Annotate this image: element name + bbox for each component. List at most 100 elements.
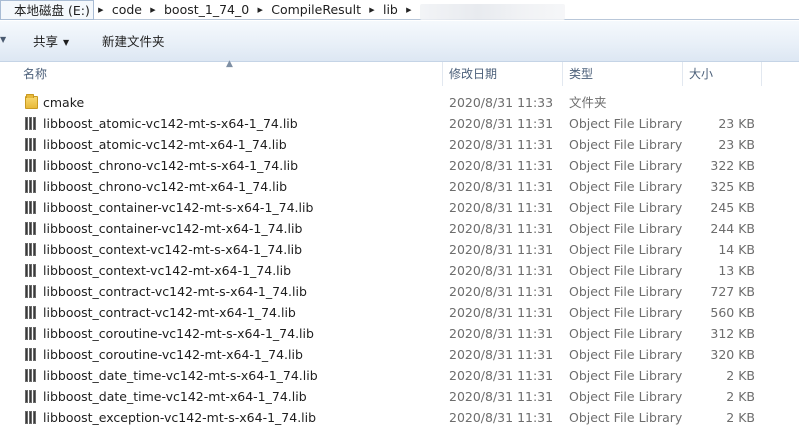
file-name: libboost_atomic-vc142-mt-x64-1_74.lib xyxy=(43,137,287,152)
address-bar[interactable]: 本地磁盘 (E:) ▶ code ▶ boost_1_74_0 ▶ Compil… xyxy=(0,0,799,20)
file-name: libboost_contract-vc142-mt-s-x64-1_74.li… xyxy=(43,284,307,299)
list-item[interactable]: libboost_context-vc142-mt-s-x64-1_74.lib… xyxy=(0,239,799,260)
list-item[interactable]: libboost_date_time-vc142-mt-s-x64-1_74.l… xyxy=(0,365,799,386)
file-type: Object File Library xyxy=(569,179,683,194)
file-date: 2020/8/31 11:31 xyxy=(449,410,554,425)
file-type: Object File Library xyxy=(569,389,683,404)
list-item[interactable]: libboost_context-vc142-mt-x64-1_74.lib 2… xyxy=(0,260,799,281)
file-name: libboost_chrono-vc142-mt-x64-1_74.lib xyxy=(43,179,288,194)
lib-file-icon xyxy=(25,222,38,235)
file-type: Object File Library xyxy=(569,221,683,236)
column-header-type[interactable]: 类型 xyxy=(563,62,682,88)
file-size: 13 KB xyxy=(718,263,755,278)
file-name: libboost_context-vc142-mt-x64-1_74.lib xyxy=(43,263,292,278)
folder-icon xyxy=(25,94,38,109)
breadcrumb-code[interactable]: code xyxy=(108,0,146,20)
file-date: 2020/8/31 11:33 xyxy=(449,95,554,110)
file-name: libboost_context-vc142-mt-s-x64-1_74.lib xyxy=(43,242,303,257)
chevron-right-icon[interactable]: ▶ xyxy=(146,0,160,20)
file-date: 2020/8/31 11:31 xyxy=(449,179,554,194)
chevron-right-icon[interactable]: ▶ xyxy=(365,0,379,20)
file-size: 2 KB xyxy=(726,410,755,425)
lib-file-icon xyxy=(25,348,38,361)
file-size: 2 KB xyxy=(726,368,755,383)
list-item[interactable]: libboost_chrono-vc142-mt-s-x64-1_74.lib … xyxy=(0,155,799,176)
file-type: Object File Library xyxy=(569,158,683,173)
breadcrumb-compileresult[interactable]: CompileResult xyxy=(267,0,365,20)
list-item[interactable]: libboost_container-vc142-mt-s-x64-1_74.l… xyxy=(0,197,799,218)
list-item[interactable]: libboost_exception-vc142-mt-s-x64-1_74.l… xyxy=(0,407,799,428)
list-item[interactable]: libboost_atomic-vc142-mt-x64-1_74.lib 20… xyxy=(0,134,799,155)
file-date: 2020/8/31 11:31 xyxy=(449,347,554,362)
file-size: 322 KB xyxy=(710,158,755,173)
file-name: libboost_exception-vc142-mt-s-x64-1_74.l… xyxy=(43,410,317,425)
column-header-name[interactable]: 名称 xyxy=(17,62,442,88)
column-header-size[interactable]: 大小 xyxy=(683,62,761,88)
file-size: 2 KB xyxy=(726,389,755,404)
chevron-right-icon[interactable]: ▶ xyxy=(253,0,267,20)
file-type: Object File Library xyxy=(569,305,683,320)
list-item[interactable]: libboost_date_time-vc142-mt-x64-1_74.lib… xyxy=(0,386,799,407)
file-date: 2020/8/31 11:31 xyxy=(449,368,554,383)
list-item[interactable]: libboost_container-vc142-mt-x64-1_74.lib… xyxy=(0,218,799,239)
file-type: Object File Library xyxy=(569,326,683,341)
file-name: libboost_container-vc142-mt-s-x64-1_74.l… xyxy=(43,200,314,215)
chevron-right-icon[interactable]: ▶ xyxy=(402,0,416,20)
list-item[interactable]: libboost_coroutine-vc142-mt-s-x64-1_74.l… xyxy=(0,323,799,344)
column-headers: ▲ 名称 修改日期 类型 大小 xyxy=(0,59,799,88)
file-date: 2020/8/31 11:31 xyxy=(449,221,554,236)
file-size: 245 KB xyxy=(710,200,755,215)
chevron-down-icon: ▼ xyxy=(63,38,70,47)
new-folder-label: 新建文件夹 xyxy=(102,34,165,49)
list-item[interactable]: libboost_coroutine-vc142-mt-x64-1_74.lib… xyxy=(0,344,799,365)
breadcrumb-boost[interactable]: boost_1_74_0 xyxy=(160,0,253,20)
file-type: 文件夹 xyxy=(569,95,607,110)
chevron-right-icon[interactable]: ▶ xyxy=(94,0,108,20)
share-button[interactable]: 共享 ▼ xyxy=(33,32,69,52)
lib-file-icon xyxy=(25,117,38,130)
lib-file-icon xyxy=(25,285,38,298)
breadcrumb-lib[interactable]: lib xyxy=(379,0,402,20)
file-name: libboost_coroutine-vc142-mt-s-x64-1_74.l… xyxy=(43,326,314,341)
file-size: 23 KB xyxy=(718,137,755,152)
file-date: 2020/8/31 11:31 xyxy=(449,389,554,404)
column-header-date[interactable]: 修改日期 xyxy=(443,62,562,88)
file-size: 14 KB xyxy=(718,242,755,257)
list-item[interactable]: libboost_contract-vc142-mt-x64-1_74.lib … xyxy=(0,302,799,323)
file-type: Object File Library xyxy=(569,200,683,215)
file-date: 2020/8/31 11:31 xyxy=(449,326,554,341)
file-size: 727 KB xyxy=(710,284,755,299)
lib-file-icon xyxy=(25,243,38,256)
file-type: Object File Library xyxy=(569,347,683,362)
lib-file-icon xyxy=(25,138,38,151)
list-item[interactable]: libboost_contract-vc142-mt-s-x64-1_74.li… xyxy=(0,281,799,302)
file-size: 23 KB xyxy=(718,116,755,131)
file-date: 2020/8/31 11:31 xyxy=(449,305,554,320)
lib-file-icon xyxy=(25,411,38,424)
column-divider[interactable] xyxy=(761,62,762,86)
file-date: 2020/8/31 11:31 xyxy=(449,284,554,299)
lib-file-icon xyxy=(25,390,38,403)
file-date: 2020/8/31 11:31 xyxy=(449,242,554,257)
file-name: libboost_contract-vc142-mt-x64-1_74.lib xyxy=(43,305,296,320)
new-folder-button[interactable]: 新建文件夹 xyxy=(102,32,165,52)
list-item[interactable]: libboost_chrono-vc142-mt-x64-1_74.lib 20… xyxy=(0,176,799,197)
blurred-region xyxy=(420,4,565,20)
list-item[interactable]: libboost_atomic-vc142-mt-s-x64-1_74.lib … xyxy=(0,113,799,134)
lib-file-icon xyxy=(25,264,38,277)
chevron-down-icon[interactable]: ▼ xyxy=(0,35,6,44)
breadcrumb: 本地磁盘 (E:) ▶ code ▶ boost_1_74_0 ▶ Compil… xyxy=(0,0,416,20)
lib-file-icon xyxy=(25,180,38,193)
lib-file-icon xyxy=(25,369,38,382)
file-size: 244 KB xyxy=(710,221,755,236)
file-name: libboost_chrono-vc142-mt-s-x64-1_74.lib xyxy=(43,158,299,173)
list-item[interactable]: cmake 2020/8/31 11:33 文件夹 xyxy=(0,92,799,113)
file-size: 320 KB xyxy=(710,347,755,362)
lib-file-icon xyxy=(25,306,38,319)
file-date: 2020/8/31 11:31 xyxy=(449,200,554,215)
command-toolbar: ▼ 共享 ▼ 新建文件夹 xyxy=(0,21,799,62)
breadcrumb-drive[interactable]: 本地磁盘 (E:) xyxy=(0,0,94,20)
file-type: Object File Library xyxy=(569,410,683,425)
file-name: libboost_coroutine-vc142-mt-x64-1_74.lib xyxy=(43,347,303,362)
lib-file-icon xyxy=(25,159,38,172)
